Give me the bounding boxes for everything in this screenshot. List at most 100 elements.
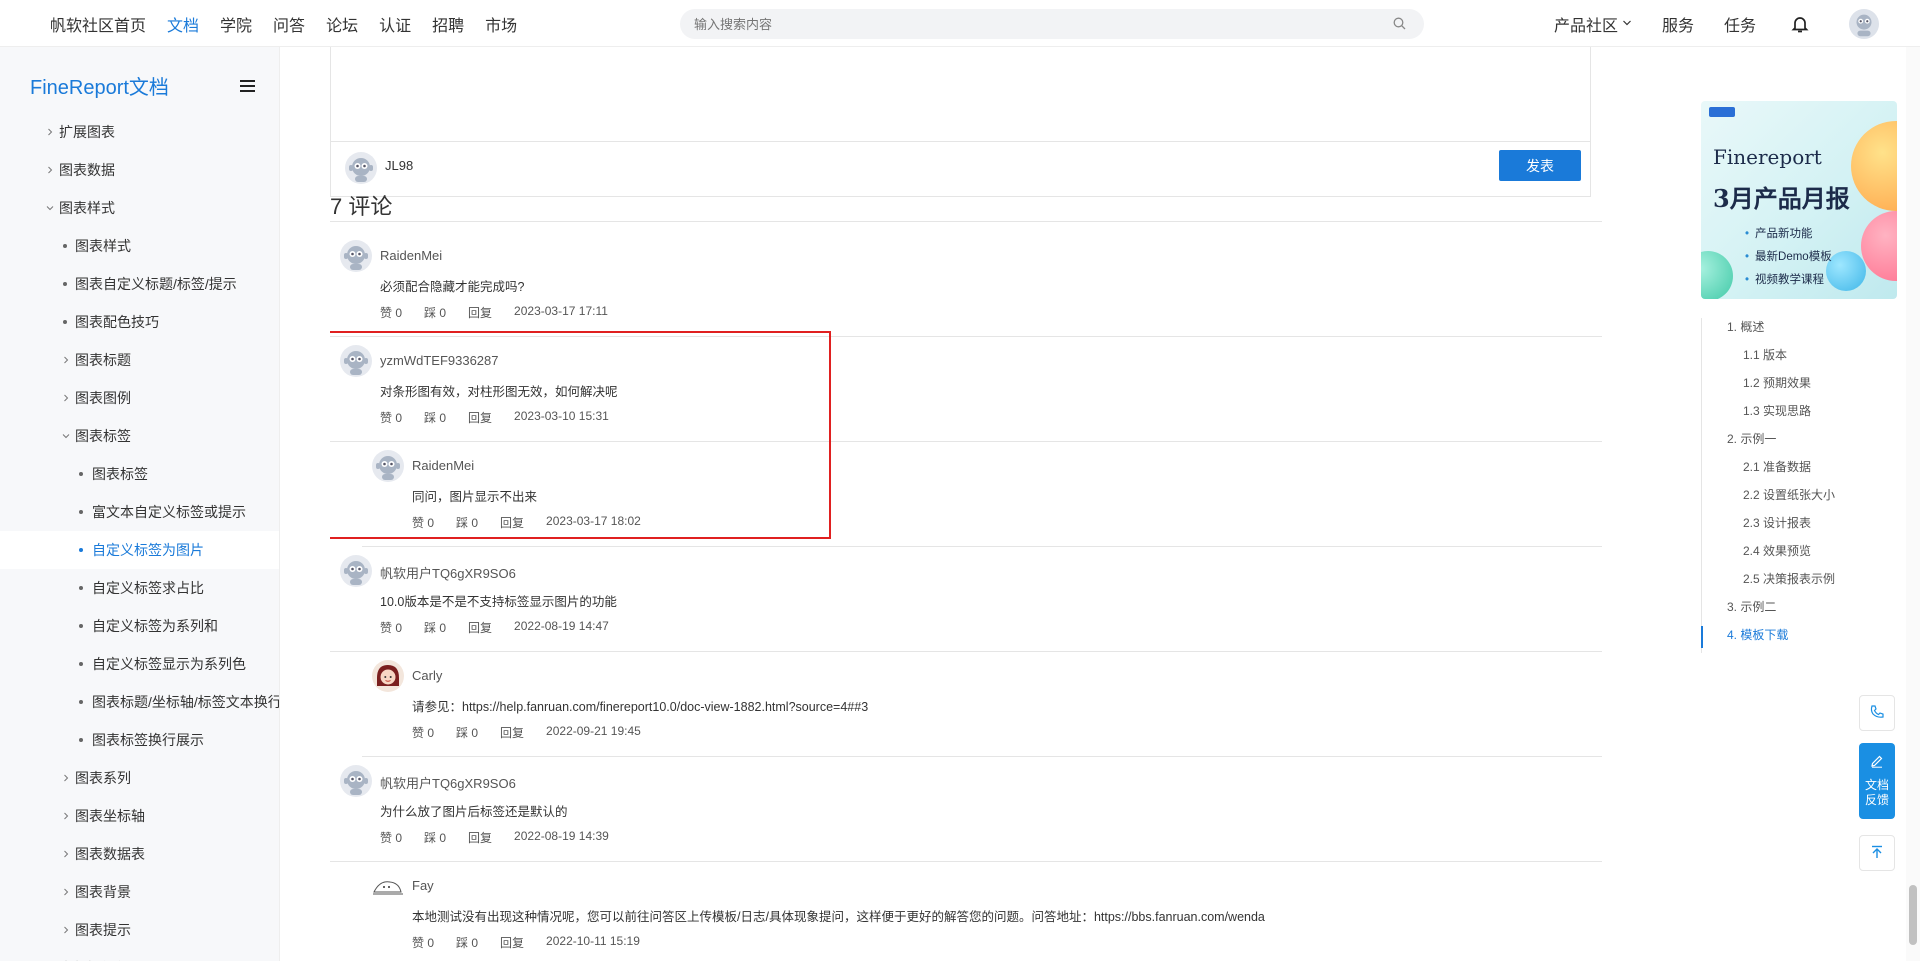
chevron-down-icon[interactable] <box>62 429 70 443</box>
toc-item[interactable]: 3. 示例二 <box>1727 598 1776 615</box>
back-to-top-button[interactable] <box>1859 835 1895 871</box>
nav-product-community[interactable]: 产品社区 <box>1554 12 1632 36</box>
comment-username[interactable]: Fay <box>412 878 434 893</box>
toc-item[interactable]: 1.3 实现思路 <box>1743 402 1811 419</box>
sidebar-item[interactable]: 图表样式 <box>0 227 279 265</box>
avatar[interactable] <box>340 240 372 272</box>
sidebar-item[interactable]: 图表背景 <box>0 873 279 911</box>
sidebar-item[interactable]: 图表数据表 <box>0 835 279 873</box>
search-input[interactable] <box>680 9 1360 39</box>
chevron-right-icon[interactable] <box>62 809 70 823</box>
toc-item[interactable]: 1.2 预期效果 <box>1743 374 1811 391</box>
nav-task[interactable]: 任务 <box>1724 12 1756 36</box>
dislike-button[interactable]: 踩 0 <box>456 934 478 951</box>
nav-link[interactable]: 市场 <box>485 12 517 36</box>
toc-item[interactable]: 2.3 设计报表 <box>1743 514 1811 531</box>
like-button[interactable]: 赞 0 <box>412 934 434 951</box>
chevron-right-icon[interactable] <box>62 847 70 861</box>
dislike-button[interactable]: 踩 0 <box>424 829 446 846</box>
sidebar-item[interactable]: 大数据优化 <box>0 949 279 961</box>
sidebar-item[interactable]: 图表标题 <box>0 341 279 379</box>
comment-actions: 赞 0 踩 0 回复 2022-09-21 19:45 <box>412 724 663 741</box>
doc-feedback-button[interactable]: 文档 反馈 <box>1859 743 1895 819</box>
sidebar-item[interactable]: 图表样式 <box>0 189 279 227</box>
reply-button[interactable]: 回复 <box>468 829 492 846</box>
comment-username[interactable]: Carly <box>412 668 442 683</box>
chevron-right-icon[interactable] <box>62 885 70 899</box>
avatar[interactable] <box>340 765 372 797</box>
sidebar-item[interactable]: 图表数据 <box>0 151 279 189</box>
user-avatar[interactable] <box>1849 9 1879 39</box>
avatar[interactable] <box>372 870 404 902</box>
sidebar-item[interactable]: 图表图例 <box>0 379 279 417</box>
sidebar-item[interactable]: 图表系列 <box>0 759 279 797</box>
sidebar-item[interactable]: 图表坐标轴 <box>0 797 279 835</box>
sidebar-item[interactable]: 图表标题/坐标轴/标签文本换行 <box>0 683 279 721</box>
comment-username[interactable]: 帆软用户TQ6gXR9SO6 <box>380 563 516 582</box>
promo-banner[interactable]: Finereport 3月产品月报 产品新功能 最新Demo模板 视频教学课程 <box>1701 101 1897 299</box>
comment-username[interactable]: RaidenMei <box>380 248 442 263</box>
nav-link[interactable]: 学院 <box>220 12 252 36</box>
nav-link[interactable]: 文档 <box>167 12 199 36</box>
scrollbar-thumb[interactable] <box>1909 885 1917 945</box>
like-button[interactable]: 赞 0 <box>380 304 402 321</box>
sidebar-item[interactable]: 扩展图表 <box>0 113 279 151</box>
sidebar-item[interactable]: 富文本自定义标签或提示 <box>0 493 279 531</box>
sidebar-item[interactable]: 自定义标签为系列和 <box>0 607 279 645</box>
toc-item[interactable]: 2.1 准备数据 <box>1743 458 1811 475</box>
bell-icon[interactable] <box>1790 14 1810 37</box>
nav-link[interactable]: 招聘 <box>432 12 464 36</box>
reply-button[interactable]: 回复 <box>468 619 492 636</box>
toc-item[interactable]: 1.1 版本 <box>1743 346 1787 363</box>
toc-item[interactable]: 1. 概述 <box>1727 318 1764 335</box>
chevron-right-icon[interactable] <box>46 125 54 139</box>
dislike-button[interactable]: 踩 0 <box>424 619 446 636</box>
toc-item[interactable]: 2. 示例一 <box>1727 430 1776 447</box>
sidebar-item[interactable]: 自定义标签显示为系列色 <box>0 645 279 683</box>
avatar[interactable] <box>340 555 372 587</box>
nav-link[interactable]: 论坛 <box>326 12 358 36</box>
comment-editor[interactable]: JL98 发表 <box>330 47 1591 197</box>
chevron-right-icon[interactable] <box>62 353 70 367</box>
reply-button[interactable]: 回复 <box>468 304 492 321</box>
reply-button[interactable]: 回复 <box>500 724 524 741</box>
sidebar-item[interactable]: 图表配色技巧 <box>0 303 279 341</box>
dislike-button[interactable]: 踩 0 <box>424 304 446 321</box>
top-navigation: 帆软社区首页文档学院问答论坛认证招聘市场 产品社区 服务 任务 <box>0 0 1920 47</box>
chevron-right-icon[interactable] <box>62 391 70 405</box>
sidebar-item[interactable]: 图表提示 <box>0 911 279 949</box>
sidebar-item[interactable]: 图表标签换行展示 <box>0 721 279 759</box>
toc-item[interactable]: 2.2 设置纸张大小 <box>1743 486 1835 503</box>
toc-item[interactable]: 2.5 决策报表示例 <box>1743 570 1835 587</box>
post-button[interactable]: 发表 <box>1499 150 1581 181</box>
avatar[interactable] <box>372 660 404 692</box>
like-button[interactable]: 赞 0 <box>412 724 434 741</box>
like-button[interactable]: 赞 0 <box>380 619 402 636</box>
nav-link[interactable]: 认证 <box>379 12 411 36</box>
chevron-right-icon[interactable] <box>46 163 54 177</box>
toc-item[interactable]: 4. 模板下载 <box>1727 626 1788 643</box>
sidebar-brand[interactable]: FineReport文档 <box>30 71 169 100</box>
dislike-button[interactable]: 踩 0 <box>456 724 478 741</box>
phone-button[interactable] <box>1859 695 1895 731</box>
sidebar-item[interactable]: 自定义标签为图片 <box>0 531 279 569</box>
nav-service[interactable]: 服务 <box>1662 12 1694 36</box>
chevron-right-icon[interactable] <box>62 771 70 785</box>
comment-username[interactable]: 帆软用户TQ6gXR9SO6 <box>380 773 516 792</box>
nav-link[interactable]: 帆软社区首页 <box>50 12 146 36</box>
toc-item[interactable]: 2.4 效果预览 <box>1743 542 1811 559</box>
scrollbar[interactable] <box>1906 47 1920 961</box>
sidebar-item[interactable]: 图表标签 <box>0 455 279 493</box>
sidebar-item[interactable]: 图表标签 <box>0 417 279 455</box>
bullet-icon <box>63 244 67 248</box>
chevron-down-icon[interactable] <box>46 201 54 215</box>
like-button[interactable]: 赞 0 <box>380 829 402 846</box>
sidebar-item[interactable]: 自定义标签求占比 <box>0 569 279 607</box>
chevron-right-icon[interactable] <box>62 923 70 937</box>
reply-button[interactable]: 回复 <box>500 934 524 951</box>
search-icon[interactable] <box>1393 17 1406 33</box>
menu-icon[interactable] <box>240 79 255 95</box>
nav-link[interactable]: 问答 <box>273 12 305 36</box>
search-box[interactable] <box>680 9 1424 39</box>
sidebar-item[interactable]: 图表自定义标题/标签/提示 <box>0 265 279 303</box>
